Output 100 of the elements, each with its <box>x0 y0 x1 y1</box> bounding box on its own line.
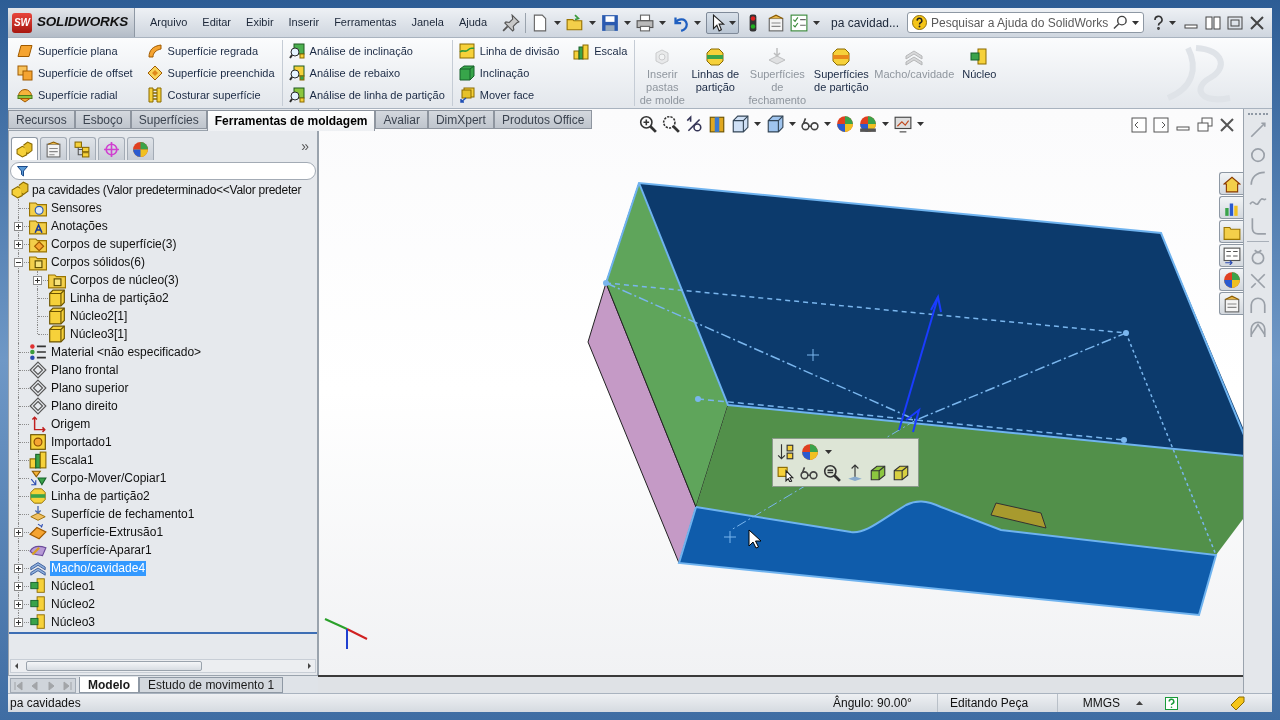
tree-item[interactable]: Linha de partição2 <box>50 488 151 504</box>
tree-item[interactable]: Importado1 <box>50 434 113 450</box>
tree-item[interactable]: Corpos sólidos(6) <box>50 254 147 270</box>
collapse-toggle-icon[interactable] <box>14 258 23 267</box>
ribbon-tool[interactable]: Superfície radial <box>15 84 135 106</box>
zoom-fit-icon[interactable] <box>639 115 657 133</box>
checklist-icon[interactable] <box>790 13 809 32</box>
command-tab[interactable]: Produtos Office <box>493 110 593 129</box>
panel-tab[interactable] <box>127 137 154 160</box>
tree-item[interactable]: Linha de partição2 <box>69 290 170 306</box>
help-icon[interactable] <box>1152 15 1165 30</box>
tree-item[interactable]: Anotações <box>50 218 109 234</box>
menu-item[interactable]: Editar <box>202 14 232 31</box>
command-tab[interactable]: Avaliar <box>375 110 428 129</box>
caret-icon[interactable] <box>754 122 761 126</box>
caret-icon[interactable] <box>659 20 667 25</box>
tree-item[interactable]: Material <não especificado> <box>50 344 203 360</box>
panel-tab[interactable] <box>40 137 67 160</box>
command-tab[interactable]: Recursos <box>8 110 75 129</box>
ribbon-large-tool[interactable]: Núcleo <box>957 38 1002 108</box>
menu-item[interactable]: Ajuda <box>458 14 488 31</box>
tree-item[interactable]: Núcleo3 <box>50 614 97 630</box>
tag-icon[interactable] <box>1230 696 1246 710</box>
menu-item[interactable]: Arquivo <box>150 14 188 31</box>
panel-tab[interactable] <box>98 137 125 160</box>
filter-field[interactable] <box>10 162 316 180</box>
restore-icon[interactable] <box>1197 117 1213 133</box>
ribbon-tool[interactable]: Superfície de offset <box>15 62 135 84</box>
status-units[interactable]: MMGS <box>1058 694 1136 712</box>
command-tab[interactable]: Ferramentas de moldagem <box>206 110 376 131</box>
maximize-icon[interactable] <box>1226 14 1244 31</box>
tree-item[interactable]: Plano superior <box>50 380 130 396</box>
ribbon-tool[interactable]: Superfície preenchida <box>144 62 277 84</box>
menu-item[interactable]: Inserir <box>288 14 320 31</box>
command-tab[interactable]: Esboço <box>74 110 131 129</box>
caret-icon[interactable] <box>729 20 737 25</box>
tree-item[interactable]: Corpos de superfície(3) <box>50 236 178 252</box>
bottom-tab[interactable]: Modelo <box>79 677 139 693</box>
options-sheet-icon[interactable] <box>767 13 786 32</box>
caret-icon[interactable] <box>917 122 924 126</box>
tree-item[interactable]: Plano direito <box>50 398 119 414</box>
expand-toggle-icon[interactable] <box>14 618 23 627</box>
panel-tab[interactable] <box>69 137 96 160</box>
tree-item[interactable]: Núcleo3[1] <box>69 326 129 342</box>
caret-icon[interactable] <box>624 20 632 25</box>
ribbon-tool[interactable]: Análise de inclinação <box>286 40 447 62</box>
expand-toggle-icon[interactable] <box>14 564 23 573</box>
tree-item[interactable]: Sensores <box>50 200 103 216</box>
tile-windows-icon[interactable] <box>1204 14 1222 31</box>
menu-item[interactable]: Exibir <box>246 14 274 31</box>
close-icon[interactable] <box>1219 117 1235 133</box>
tree-item[interactable]: Núcleo1 <box>50 578 97 594</box>
tree-item[interactable]: Corpo-Mover/Copiar1 <box>50 470 168 486</box>
display-style-cube-icon[interactable] <box>766 115 784 133</box>
expand-toggle-icon[interactable] <box>14 582 23 591</box>
tree-item[interactable]: Superfície de fechamento1 <box>50 506 196 522</box>
tree-item[interactable]: Núcleo2 <box>50 596 97 612</box>
expand-toggle-icon[interactable] <box>14 222 23 231</box>
tile-left-icon[interactable] <box>1131 117 1147 133</box>
monitor-settings-icon[interactable] <box>894 115 912 133</box>
tree-item[interactable]: Origem <box>50 416 92 432</box>
caret-icon[interactable] <box>882 122 889 126</box>
scene-ball-icon[interactable] <box>859 115 877 133</box>
command-tab[interactable]: Superfícies <box>130 110 207 129</box>
tree-item[interactable]: Plano frontal <box>50 362 120 378</box>
ribbon-tool[interactable]: Superfície regrada <box>144 40 277 62</box>
tree-item[interactable]: Superfície-Aparar1 <box>50 542 153 558</box>
tree-item[interactable]: Superfície-Extrusão1 <box>50 524 165 540</box>
tree-item[interactable]: Escala1 <box>50 452 95 468</box>
ribbon-large-tool[interactable]: Superfícies de partição <box>811 38 872 108</box>
caret-icon[interactable] <box>589 20 597 25</box>
expand-toggle-icon[interactable] <box>14 240 23 249</box>
panel-overflow-button[interactable]: » <box>301 138 315 153</box>
ribbon-large-tool[interactable]: Linhas de partição <box>687 38 744 108</box>
panel-tab[interactable] <box>11 137 38 160</box>
glasses-icon[interactable] <box>801 115 819 133</box>
ribbon-tool[interactable]: Costurar superfície <box>144 84 277 106</box>
search-field[interactable]: Pesquisar a Ajuda do SolidWorks <box>907 12 1144 33</box>
menu-item[interactable]: Janela <box>411 14 444 31</box>
tree-item[interactable]: Núcleo2[1] <box>69 308 129 324</box>
previous-view-icon[interactable] <box>685 115 703 133</box>
close-icon[interactable] <box>1248 14 1266 31</box>
ribbon-tool[interactable]: Superfície plana <box>15 40 135 62</box>
pushpin-icon[interactable] <box>502 13 521 32</box>
caret-icon[interactable] <box>1169 20 1176 25</box>
caret-icon[interactable] <box>789 122 796 126</box>
appearance-ball-icon[interactable] <box>836 115 854 133</box>
expand-toggle-icon[interactable] <box>14 600 23 609</box>
ribbon-tool[interactable]: Linha de divisão <box>456 40 562 62</box>
bottom-tab[interactable]: Estudo de movimento 1 <box>139 677 284 693</box>
search-icon[interactable] <box>1113 15 1128 30</box>
command-tab[interactable]: DimXpert <box>427 110 494 129</box>
ribbon-tool[interactable]: Mover face <box>456 84 562 106</box>
caret-icon[interactable] <box>554 20 562 25</box>
horizontal-scrollbar[interactable] <box>10 659 316 673</box>
caret-icon[interactable] <box>813 20 821 25</box>
ribbon-tool[interactable]: Análise de linha de partição <box>286 84 447 106</box>
help-square-icon[interactable] <box>1165 696 1178 710</box>
zoom-area-icon[interactable] <box>662 115 680 133</box>
up-caret-icon[interactable] <box>1136 701 1143 705</box>
